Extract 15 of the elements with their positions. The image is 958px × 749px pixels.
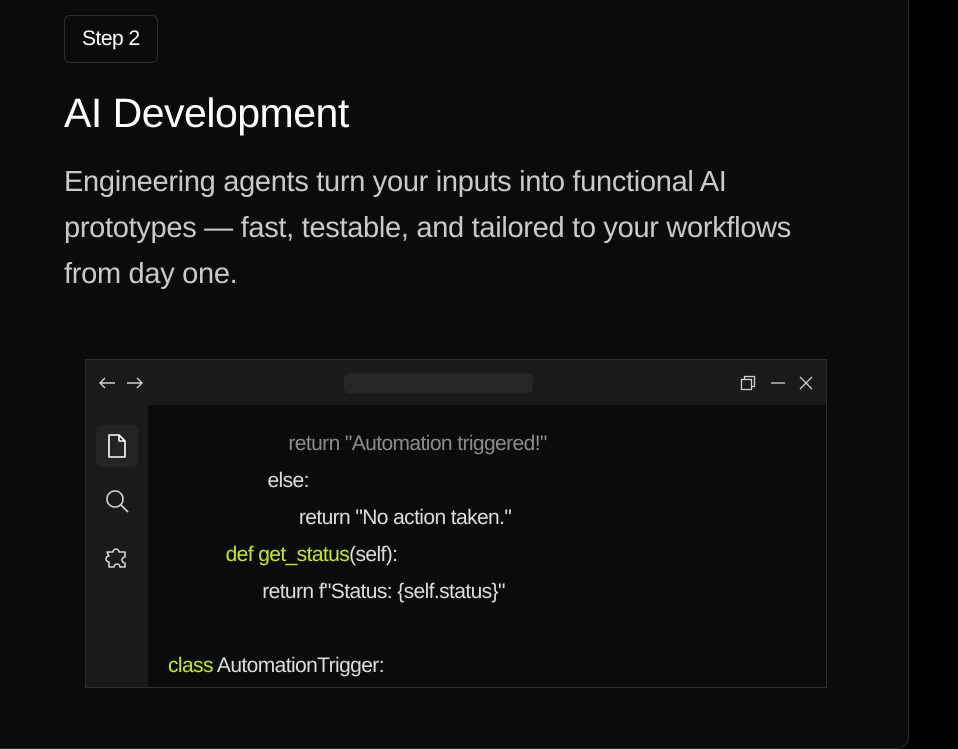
description: Engineering agents turn your inputs into functional AI prototypes — fast, testable, and tailored to your workflows from day one.: [64, 165, 792, 292]
close-icon[interactable]: [798, 374, 814, 390]
code-line: class AutomationTrigger:: [168, 653, 385, 679]
step-badge: Step 2: [64, 15, 158, 63]
sidebar-tab[interactable]: [96, 425, 138, 467]
code-line: return f"Status: {self.status}": [261, 579, 506, 605]
code-line: return "Automation triggered!": [287, 431, 548, 457]
code-line: return "No action taken.": [298, 505, 512, 531]
restore-icon[interactable]: [740, 374, 756, 390]
forward-arrow-icon[interactable]: [126, 376, 144, 390]
code-line: else:: [266, 468, 310, 494]
search-icon: [103, 487, 131, 515]
heading: AI Development: [64, 89, 350, 138]
code-line: def get_status(self):: [224, 542, 398, 568]
back-arrow-icon[interactable]: [98, 376, 116, 390]
